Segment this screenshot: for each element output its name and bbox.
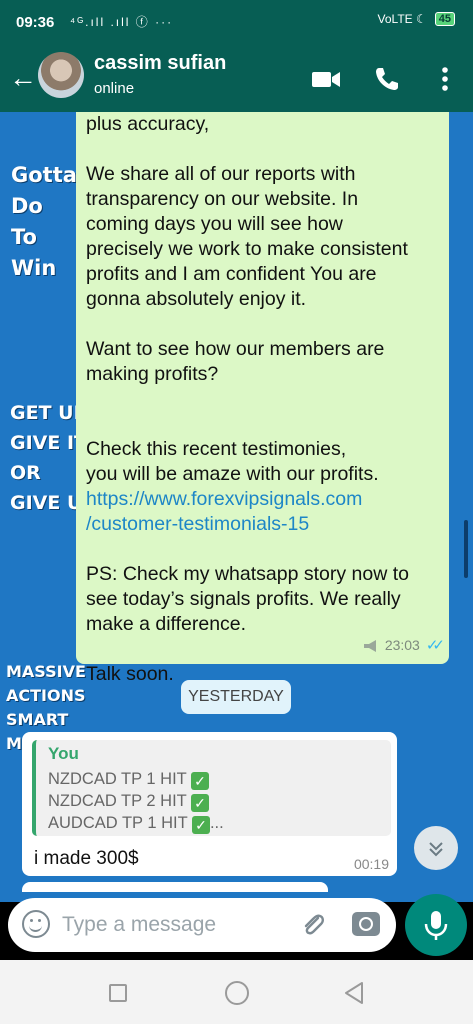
- testimonials-link[interactable]: https://www.forexvipsignals.com: [86, 487, 439, 512]
- message-paragraph: PS: Check my whatsapp story now to see t…: [86, 563, 409, 635]
- message-composer: [8, 898, 396, 952]
- phone-call-icon[interactable]: [370, 62, 404, 96]
- scrollbar[interactable]: [464, 520, 468, 578]
- home-icon[interactable]: [225, 981, 249, 1005]
- status-time: 09:36: [16, 14, 55, 31]
- next-message-peek: [22, 882, 328, 892]
- quote-line: AUDCAD TP 1 HIT ✓...: [48, 814, 224, 834]
- paperclip-icon[interactable]: [298, 910, 328, 940]
- wallpaper-text-1: Gotta Do To Win: [11, 163, 77, 280]
- volte-moon-icon: VoLTE ☾: [377, 12, 427, 26]
- quote-author: You: [48, 744, 79, 763]
- double-chevron-down-icon: [429, 842, 443, 857]
- quote-line: NZDCAD TP 1 HIT ✓: [48, 768, 379, 790]
- signal-icons: ⁴ᴳ.ıll .ıll ⓕ ···: [70, 15, 174, 29]
- chat-header: ← cassim sufian online: [0, 46, 473, 112]
- status-right-icons: VoLTE ☾ 45: [378, 12, 455, 26]
- check-mark-icon: ✓: [191, 816, 210, 834]
- scroll-down-button[interactable]: [414, 826, 458, 870]
- message-input[interactable]: [62, 908, 282, 942]
- incoming-message[interactable]: You NZDCAD TP 1 HIT ✓ NZDCAD TP 2 HIT ✓ …: [22, 732, 397, 876]
- read-ticks-icon: ✓✓: [425, 637, 445, 654]
- contact-name[interactable]: cassim sufian: [94, 52, 226, 75]
- back-triangle-icon[interactable]: [342, 980, 366, 1006]
- message-paragraph: plus accuracy,: [86, 113, 210, 135]
- date-separator: YESTERDAY: [181, 680, 291, 714]
- message-time: 23:03: [384, 637, 420, 653]
- video-call-icon[interactable]: [309, 62, 343, 96]
- message-meta: 23:03 ✓✓: [363, 633, 445, 658]
- outgoing-message[interactable]: plus accuracy, We share all of our repor…: [76, 112, 449, 685]
- voice-message-button[interactable]: [405, 894, 467, 956]
- microphone-icon: [424, 911, 448, 940]
- avatar[interactable]: [38, 52, 84, 98]
- megaphone-icon: [363, 639, 376, 652]
- message-paragraph: We share all of our reports with transpa…: [86, 163, 408, 310]
- battery-icon: 45: [434, 12, 455, 26]
- testimonials-link-cont[interactable]: /customer-testimonials-15: [86, 512, 439, 537]
- message-paragraph: Check this recent testimonies, you will …: [86, 438, 379, 485]
- contact-status: online: [94, 80, 135, 97]
- more-options-icon[interactable]: [428, 62, 462, 96]
- quote-line: NZDCAD TP 2 HIT ✓: [48, 790, 379, 812]
- message-text: i made 300$: [34, 848, 139, 869]
- recent-apps-icon[interactable]: [109, 984, 127, 1002]
- check-mark-icon: ✓: [191, 772, 210, 790]
- system-navigation-bar: [0, 960, 473, 1024]
- camera-icon[interactable]: [352, 912, 380, 936]
- check-mark-icon: ✓: [191, 794, 210, 812]
- quoted-message[interactable]: You NZDCAD TP 1 HIT ✓ NZDCAD TP 2 HIT ✓ …: [32, 740, 391, 836]
- message-time: 00:19: [353, 856, 389, 872]
- message-paragraph: Want to see how our members are making p…: [86, 338, 385, 385]
- emoji-icon[interactable]: [22, 910, 50, 938]
- status-bar: 09:36 ⁴ᴳ.ıll .ıll ⓕ ··· VoLTE ☾ 45: [0, 0, 473, 46]
- back-arrow-icon[interactable]: ←: [8, 60, 38, 96]
